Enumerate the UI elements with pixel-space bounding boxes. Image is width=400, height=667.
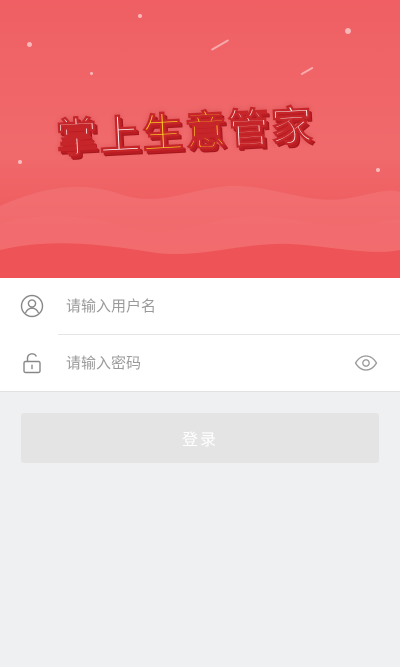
username-row — [0, 278, 400, 334]
sparkle-decoration — [27, 42, 32, 47]
app-title: 掌上生意管家 — [55, 91, 316, 164]
login-button[interactable]: 登录 — [21, 413, 379, 463]
username-input[interactable] — [66, 278, 400, 334]
banner: 掌上生意管家 — [0, 0, 400, 278]
title-part: 管家 — [226, 101, 316, 154]
login-button-container: 登录 — [0, 392, 400, 463]
wave-decoration — [0, 185, 400, 278]
unlock-icon — [20, 351, 44, 375]
login-form — [0, 278, 400, 392]
title-part: 掌上 — [55, 110, 144, 163]
streak-decoration — [210, 39, 230, 51]
user-icon — [20, 294, 44, 318]
sparkle-decoration — [345, 28, 351, 34]
sparkle-decoration — [90, 72, 93, 75]
streak-decoration — [300, 66, 314, 76]
password-row — [0, 335, 400, 391]
title-part-highlight: 生意 — [141, 105, 230, 159]
eye-icon[interactable] — [354, 351, 378, 375]
sparkle-decoration — [138, 14, 142, 18]
password-input[interactable] — [66, 335, 344, 391]
